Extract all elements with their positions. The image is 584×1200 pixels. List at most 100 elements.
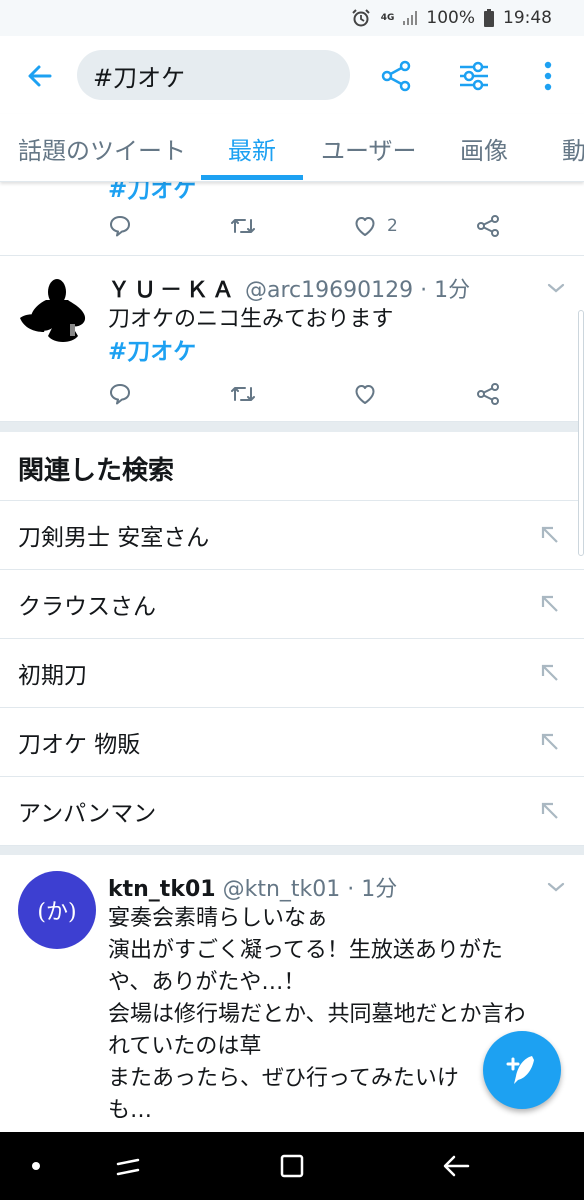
like-button[interactable] bbox=[353, 376, 377, 412]
scrollbar-thumb[interactable] bbox=[578, 310, 584, 556]
recent-apps-button[interactable] bbox=[108, 1146, 148, 1186]
feed: #刀オケ 2 ＹＵ－ＫＡ @arc19690129 · 1分 刀オケのニコ生みて… bbox=[0, 182, 584, 1132]
clock: 19:48 bbox=[503, 8, 552, 28]
search-input[interactable]: #刀オケ bbox=[77, 50, 350, 100]
handle[interactable]: @ktn_tk01 bbox=[223, 877, 341, 902]
related-search-item[interactable]: アンパンマン bbox=[0, 776, 584, 845]
like-icon bbox=[355, 217, 375, 236]
related-search-item[interactable]: 初期刀 bbox=[0, 638, 584, 707]
like-button[interactable]: 2 bbox=[353, 208, 398, 244]
hashtag-link[interactable]: #刀オケ bbox=[108, 336, 558, 368]
handle[interactable]: @arc19690129 bbox=[245, 278, 413, 303]
filter-button[interactable] bbox=[452, 54, 496, 98]
share-tweet-button[interactable] bbox=[476, 208, 500, 244]
back-button[interactable] bbox=[18, 54, 62, 98]
related-search-label: 刀オケ 物販 bbox=[18, 732, 141, 758]
avatar[interactable]: (か) bbox=[18, 871, 96, 949]
tweet-text-line: 刀オケのニコ生みております bbox=[108, 307, 394, 332]
network-type: 4G bbox=[380, 13, 395, 23]
back-arrow-icon bbox=[28, 65, 52, 87]
north-west-arrow-icon[interactable] bbox=[538, 523, 562, 547]
retweet-icon bbox=[231, 219, 255, 233]
related-search-label: クラウスさん bbox=[18, 594, 156, 620]
chevron-down-icon[interactable] bbox=[544, 875, 568, 899]
battery-percent: 100% bbox=[426, 8, 475, 28]
active-tab-indicator bbox=[201, 175, 303, 180]
display-name[interactable]: ＹＵ－ＫＡ bbox=[108, 278, 238, 303]
section-divider bbox=[0, 422, 584, 432]
retweet-button[interactable] bbox=[230, 208, 256, 244]
tweet[interactable]: ＹＵ－ＫＡ @arc19690129 · 1分 刀オケのニコ生みております #刀… bbox=[0, 256, 584, 422]
tweet-header: ＹＵ－ＫＡ @arc19690129 · 1分 bbox=[108, 272, 470, 304]
more-button[interactable] bbox=[526, 54, 570, 98]
tab-videos[interactable]: 動 bbox=[562, 114, 584, 181]
retweet-icon bbox=[231, 387, 255, 401]
home-button[interactable] bbox=[272, 1146, 312, 1186]
timestamp[interactable]: 1分 bbox=[361, 877, 397, 902]
tweet-text-line: や、ありがたや…！ bbox=[108, 970, 306, 995]
related-searches-title: 関連した検索 bbox=[18, 456, 175, 486]
related-search-label: 刀剣男士 安室さん bbox=[18, 525, 210, 551]
system-nav-bar bbox=[0, 1132, 584, 1200]
reply-icon bbox=[110, 384, 130, 405]
north-west-arrow-icon[interactable] bbox=[538, 799, 562, 823]
filter-icon bbox=[460, 61, 488, 91]
tweet-text-line: も… bbox=[108, 1098, 153, 1123]
timestamp[interactable]: 1分 bbox=[434, 278, 470, 303]
display-name[interactable]: ktn_tk01 bbox=[108, 877, 216, 902]
more-vertical-icon bbox=[544, 61, 552, 91]
share-icon bbox=[477, 383, 499, 405]
related-search-item[interactable]: クラウスさん bbox=[0, 569, 584, 638]
like-count: 2 bbox=[387, 216, 398, 236]
signal-icon bbox=[402, 10, 418, 26]
hashtag-link[interactable]: #刀オケ bbox=[108, 182, 196, 204]
meta-separator: · bbox=[420, 278, 428, 303]
north-west-arrow-icon[interactable] bbox=[538, 592, 562, 616]
tweet[interactable]: #刀オケ 2 bbox=[0, 182, 584, 256]
meta-separator: · bbox=[347, 877, 355, 902]
tweet-text-line: 会場は修行場だとか、共同墓地だとか言わ bbox=[108, 1002, 526, 1027]
retweet-button[interactable] bbox=[230, 376, 256, 412]
reply-button[interactable] bbox=[108, 208, 132, 244]
section-divider bbox=[0, 845, 584, 855]
tab-top-tweets[interactable]: 話題のツイート bbox=[18, 114, 186, 181]
nav-dot-button[interactable] bbox=[16, 1146, 56, 1186]
north-west-arrow-icon[interactable] bbox=[538, 730, 562, 754]
related-search-item[interactable]: 刀剣男士 安室さん bbox=[0, 500, 584, 569]
tweet-text-line: 演出がすごく凝ってる！生放送ありがた bbox=[108, 938, 503, 963]
tweet-text: 刀オケのニコ生みております #刀オケ bbox=[108, 304, 558, 368]
share-tweet-button[interactable] bbox=[476, 376, 500, 412]
like-icon bbox=[355, 385, 375, 404]
tweet-actions: 2 bbox=[108, 208, 508, 244]
alarm-icon bbox=[351, 8, 371, 28]
back-nav-button[interactable] bbox=[436, 1146, 476, 1186]
share-icon bbox=[381, 60, 411, 92]
tweet-header: ktn_tk01 @ktn_tk01 · 1分 bbox=[108, 871, 397, 903]
reply-icon bbox=[110, 216, 130, 237]
avatar-text: (か) bbox=[37, 900, 77, 925]
tweet-text-line: 宴奏会素晴らしいなぁ bbox=[108, 906, 329, 931]
reply-button[interactable] bbox=[108, 376, 132, 412]
compose-tweet-button[interactable] bbox=[483, 1031, 561, 1109]
tweet-actions bbox=[108, 376, 508, 412]
dot-icon bbox=[32, 1162, 40, 1170]
chevron-down-icon[interactable] bbox=[544, 276, 568, 300]
search-header: #刀オケ bbox=[0, 36, 584, 114]
related-search-item[interactable]: 刀オケ 物販 bbox=[0, 707, 584, 776]
home-square-icon bbox=[280, 1154, 304, 1178]
north-west-arrow-icon[interactable] bbox=[538, 661, 562, 685]
back-nav-icon bbox=[443, 1155, 470, 1177]
related-search-label: 初期刀 bbox=[18, 663, 87, 689]
status-bar: 4G 100% 19:48 bbox=[0, 0, 584, 36]
recents-icon bbox=[116, 1158, 140, 1176]
tab-images[interactable]: 画像 bbox=[460, 114, 508, 181]
share-button[interactable] bbox=[374, 54, 418, 98]
tab-latest[interactable]: 最新 bbox=[228, 114, 276, 181]
tab-users[interactable]: ユーザー bbox=[321, 114, 417, 181]
related-search-label: アンパンマン bbox=[18, 801, 157, 827]
share-icon bbox=[477, 215, 499, 237]
compose-icon bbox=[506, 1056, 534, 1084]
search-tabs: 話題のツイート 最新 ユーザー 画像 動 bbox=[0, 114, 584, 182]
battery-icon bbox=[483, 8, 495, 28]
avatar[interactable] bbox=[18, 270, 96, 348]
